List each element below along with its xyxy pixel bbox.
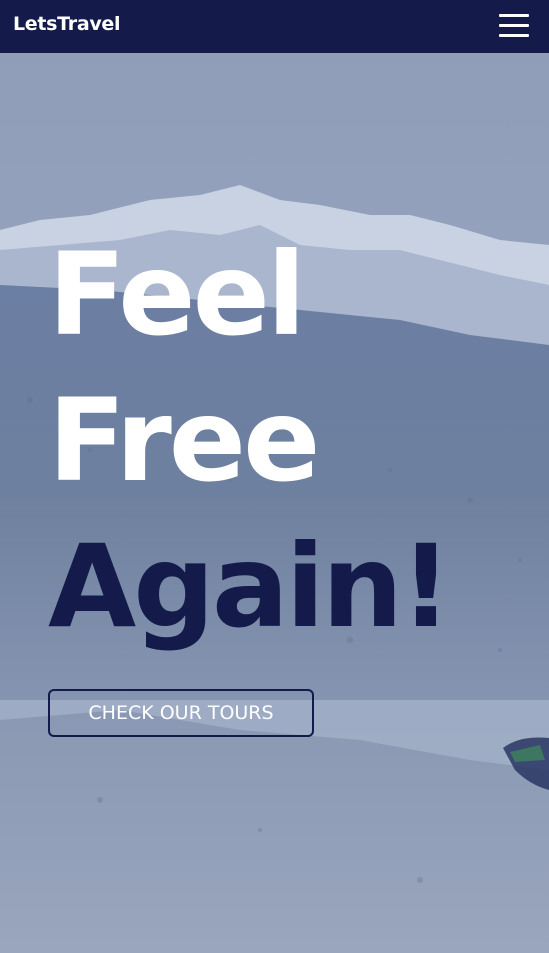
top-navbar: LetsTravel: [0, 0, 549, 53]
page: LetsTravel Feel Free Again! CHECK OUR TO…: [0, 0, 549, 953]
menu-bar-middle: [499, 24, 529, 27]
hero-heading-line3: Again!: [48, 520, 452, 653]
menu-bar-bottom: [499, 34, 529, 37]
hamburger-menu-icon[interactable]: [499, 14, 529, 37]
hero-heading-line2: Free: [48, 374, 320, 507]
hero-heading-line1: Feel: [48, 228, 306, 361]
menu-bar-top: [499, 14, 529, 17]
check-our-tours-button[interactable]: CHECK OUR TOURS: [48, 689, 314, 737]
brand-logo[interactable]: LetsTravel: [13, 13, 121, 35]
